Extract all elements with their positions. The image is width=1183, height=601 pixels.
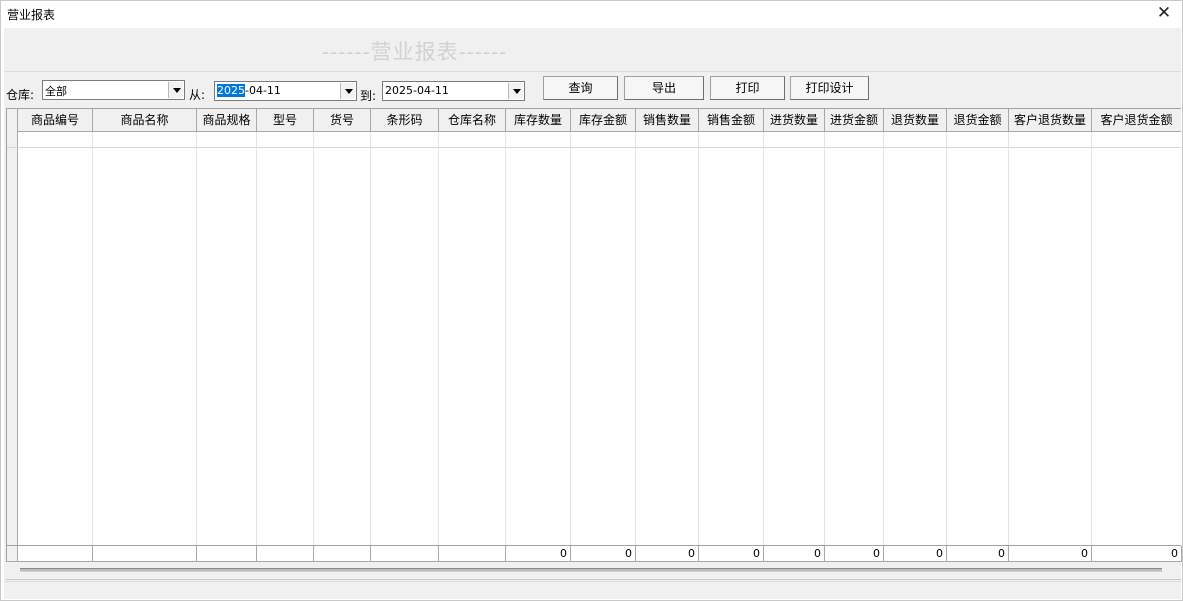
report-heading: ------营业报表------: [322, 40, 508, 64]
warehouse-select[interactable]: 全部: [42, 80, 185, 100]
print-design-button[interactable]: 打印设计: [790, 76, 869, 100]
row-indicator-column: [7, 109, 18, 554]
export-button[interactable]: 导出: [624, 76, 704, 100]
status-bar: [4, 581, 1181, 599]
to-date-value: 2025-04-11: [385, 84, 449, 97]
from-date-selected-part: 2025: [217, 84, 245, 97]
report-grid[interactable]: 商品编号 商品名称 商品规格 型号 货号 条形码 仓库名称 库存数量 库存金额 销售数量 销售金额进…: [6, 108, 1181, 554]
from-date-value: 2025-04-11: [217, 84, 281, 97]
grid-column: [257, 109, 314, 554]
total-cell: [257, 546, 314, 562]
total-cell: 0: [884, 546, 947, 562]
query-button[interactable]: 查询: [543, 76, 618, 100]
chevron-down-icon[interactable]: [508, 83, 523, 99]
grid-column: [314, 109, 371, 554]
chevron-down-icon[interactable]: [168, 82, 183, 98]
grid-column: [764, 109, 825, 554]
from-date-rest-part: -04-11: [245, 84, 281, 97]
column-header[interactable]: 客户退货数量: [1009, 109, 1092, 132]
report-banner: ------营业报表------: [4, 28, 1181, 72]
grid-column: [699, 109, 764, 554]
column-header[interactable]: 条形码: [371, 109, 439, 132]
total-cell: 0: [1092, 546, 1182, 562]
column-header[interactable]: 商品名称: [93, 109, 197, 132]
total-cell: [314, 546, 371, 562]
grid-column: [93, 109, 197, 554]
column-header[interactable]: 库存金额: [571, 109, 636, 132]
column-header[interactable]: 退货金额: [947, 109, 1009, 132]
window-title: 营业报表: [7, 8, 56, 22]
chevron-down-icon[interactable]: [340, 83, 355, 99]
grid-column: [947, 109, 1009, 554]
grid-column: [884, 109, 947, 554]
filter-toolbar: 仓库: 全部 从: 2025-04-11 到: 2025-04-11 查询 导出…: [4, 74, 1181, 106]
column-header[interactable]: 库存数量: [506, 109, 571, 132]
column-header[interactable]: 销售数量: [636, 109, 699, 132]
column-header[interactable]: 进货金额: [825, 109, 884, 132]
total-cell: 0: [506, 546, 571, 562]
to-date-picker[interactable]: 2025-04-11: [382, 81, 525, 101]
column-header[interactable]: 销售金额: [699, 109, 764, 132]
grid-column: [18, 109, 93, 554]
grid-column: [506, 109, 571, 554]
total-cell: 0: [699, 546, 764, 562]
column-header[interactable]: 型号: [257, 109, 314, 132]
total-cell: [197, 546, 257, 562]
column-header[interactable]: 退货数量: [884, 109, 947, 132]
column-header[interactable]: 仓库名称: [439, 109, 506, 132]
report-window: 营业报表 ✕ ------营业报表------ 仓库: 全部 从: 2025-0…: [0, 0, 1183, 601]
total-cell: [93, 546, 197, 562]
total-cell: [371, 546, 439, 562]
window-content: ------营业报表------ 仓库: 全部 从: 2025-04-11 到:…: [4, 28, 1182, 599]
total-cell: 0: [571, 546, 636, 562]
grid-column: [371, 109, 439, 554]
grid-column: [1092, 109, 1181, 554]
total-cell: 0: [825, 546, 884, 562]
totals-indicator: [7, 546, 18, 562]
horizontal-scrollbar[interactable]: [6, 562, 1181, 580]
total-cell: 0: [947, 546, 1009, 562]
from-label: 从:: [189, 88, 206, 102]
warehouse-value: 全部: [45, 85, 67, 98]
total-cell: 0: [636, 546, 699, 562]
total-cell: [439, 546, 506, 562]
totals-row: 0000000000: [6, 545, 1182, 562]
grid-column: [197, 109, 257, 554]
column-header[interactable]: 货号: [314, 109, 371, 132]
grid-column: [571, 109, 636, 554]
grid-column: [636, 109, 699, 554]
print-button[interactable]: 打印: [710, 76, 785, 100]
title-bar: 营业报表 ✕: [1, 1, 1182, 28]
close-icon[interactable]: ✕: [1156, 4, 1172, 22]
column-header[interactable]: 商品规格: [197, 109, 257, 132]
grid-column: [1009, 109, 1092, 554]
to-label: 到:: [360, 89, 377, 103]
from-date-picker[interactable]: 2025-04-11: [214, 81, 357, 101]
total-cell: [18, 546, 93, 562]
total-cell: 0: [1009, 546, 1092, 562]
column-header[interactable]: 进货数量: [764, 109, 825, 132]
total-cell: 0: [764, 546, 825, 562]
warehouse-label: 仓库:: [6, 88, 35, 102]
column-header[interactable]: 客户退货金额: [1092, 109, 1181, 132]
column-header[interactable]: 商品编号: [18, 109, 93, 132]
grid-column: [439, 109, 506, 554]
scrollbar-thumb[interactable]: [20, 568, 1162, 572]
grid-column: [825, 109, 884, 554]
